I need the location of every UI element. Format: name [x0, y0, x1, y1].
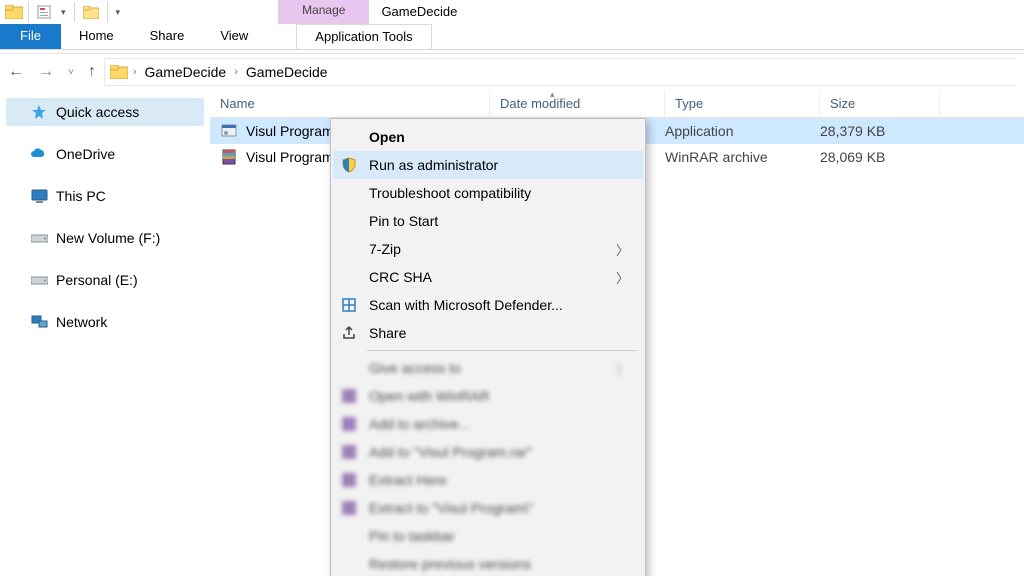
- sidebar-item-label: This PC: [56, 188, 106, 204]
- quick-access-toolbar: ▾: [29, 0, 74, 24]
- cloud-icon: [30, 145, 48, 163]
- menu-item-blurred[interactable]: Restore previous versions: [333, 550, 643, 576]
- drive-icon: [30, 271, 48, 289]
- sort-indicator-icon: ▴: [550, 89, 555, 100]
- navigation-bar: ← → ˅ ↑ › GameDecide › GameDecide: [0, 54, 1024, 90]
- menu-item-7zip[interactable]: 7-Zip〉: [333, 235, 643, 263]
- chevron-right-icon[interactable]: ›: [232, 66, 240, 78]
- rar-icon: [339, 473, 359, 487]
- sidebar-item-onedrive[interactable]: OneDrive: [6, 140, 204, 168]
- qat-dropdown-icon[interactable]: ▾: [57, 7, 70, 18]
- column-header-type[interactable]: Type: [665, 90, 820, 117]
- column-header-name[interactable]: Name: [210, 90, 490, 117]
- ribbon-context-tab-manage[interactable]: Manage: [278, 0, 369, 24]
- sidebar-item-label: OneDrive: [56, 146, 115, 162]
- sidebar-item-this-pc[interactable]: This PC: [6, 182, 204, 210]
- monitor-icon: [30, 187, 48, 205]
- qat-new-folder-icon[interactable]: [79, 6, 103, 19]
- menu-item-share[interactable]: Share: [333, 319, 643, 347]
- menu-item-blurred[interactable]: Give access to〉: [333, 354, 643, 382]
- sidebar-item-label: New Volume (F:): [56, 230, 160, 246]
- ribbon-tab-view[interactable]: View: [202, 24, 266, 49]
- file-name: Visul Program: [246, 149, 334, 165]
- chevron-right-icon: 〉: [616, 240, 629, 259]
- ribbon-tab-application-tools[interactable]: Application Tools: [296, 24, 431, 49]
- network-icon: [30, 313, 48, 331]
- qat-properties-icon[interactable]: [33, 5, 55, 19]
- menu-item-troubleshoot[interactable]: Troubleshoot compatibility: [333, 179, 643, 207]
- menu-item-open[interactable]: Open: [333, 123, 643, 151]
- menu-item-blurred[interactable]: Extract Here: [333, 466, 643, 494]
- menu-item-run-as-admin[interactable]: Run as administrator: [333, 151, 643, 179]
- star-icon: [30, 103, 48, 121]
- ribbon-tab-share[interactable]: Share: [132, 24, 203, 49]
- chevron-right-icon: 〉: [616, 268, 629, 287]
- ribbon-tabs: File Home Share View Application Tools: [0, 24, 1024, 50]
- sidebar-item-personal[interactable]: Personal (E:): [6, 266, 204, 294]
- menu-item-blurred[interactable]: Add to archive...: [333, 410, 643, 438]
- menu-item-blurred[interactable]: Open with WinRAR: [333, 382, 643, 410]
- rar-icon: [339, 389, 359, 403]
- qat-overflow-icon[interactable]: ▾: [112, 7, 125, 18]
- shield-icon: [339, 157, 359, 173]
- nav-up-button[interactable]: ↑: [88, 63, 96, 81]
- sidebar-item-label: Network: [56, 314, 107, 330]
- rar-icon: [220, 148, 238, 166]
- menu-blurred-section: Give access to〉 Open with WinRAR Add to …: [333, 354, 643, 576]
- window-folder-icon: [0, 0, 28, 24]
- address-folder-icon: [107, 65, 131, 79]
- menu-item-crc-sha[interactable]: CRC SHA〉: [333, 263, 643, 291]
- file-list: ▴ Name Date modified Type Size Visul Pro…: [210, 90, 1024, 576]
- titlebar: ▾ ▾ Manage GameDecide: [0, 0, 1024, 24]
- rar-icon: [339, 445, 359, 459]
- file-type: WinRAR archive: [665, 149, 820, 165]
- exe-icon: [220, 122, 238, 140]
- ribbon-tab-file[interactable]: File: [0, 24, 61, 49]
- share-icon: [339, 325, 359, 341]
- menu-item-pin-to-start[interactable]: Pin to Start: [333, 207, 643, 235]
- nav-forward-button[interactable]: →: [38, 63, 54, 81]
- rar-icon: [339, 501, 359, 515]
- defender-icon: [339, 297, 359, 313]
- ribbon-tab-home[interactable]: Home: [61, 24, 132, 49]
- chevron-right-icon[interactable]: ›: [131, 66, 139, 78]
- nav-back-button[interactable]: ←: [8, 63, 24, 81]
- file-name: Visul Program: [246, 123, 334, 139]
- file-size: 28,069 KB: [820, 149, 940, 165]
- navigation-tree: Quick access OneDrive This PC New Volume…: [0, 90, 210, 576]
- window-title: GameDecide: [369, 0, 469, 24]
- menu-item-blurred[interactable]: Add to "Visul Program.rar": [333, 438, 643, 466]
- menu-item-defender[interactable]: Scan with Microsoft Defender...: [333, 291, 643, 319]
- drive-icon: [30, 229, 48, 247]
- breadcrumb-current[interactable]: GameDecide: [240, 62, 334, 82]
- column-header-date[interactable]: Date modified: [490, 90, 665, 117]
- column-header-size[interactable]: Size: [820, 90, 940, 117]
- sidebar-item-network[interactable]: Network: [6, 308, 204, 336]
- sidebar-item-quick-access[interactable]: Quick access: [6, 98, 204, 126]
- breadcrumb-root[interactable]: GameDecide: [139, 62, 233, 82]
- file-type: Application: [665, 123, 820, 139]
- menu-item-blurred[interactable]: Extract to "Visul Program\": [333, 494, 643, 522]
- sidebar-item-label: Personal (E:): [56, 272, 138, 288]
- sidebar-item-label: Quick access: [56, 104, 139, 120]
- rar-icon: [339, 417, 359, 431]
- menu-item-blurred[interactable]: Pin to taskbar: [333, 522, 643, 550]
- address-bar[interactable]: › GameDecide › GameDecide: [104, 58, 1016, 86]
- column-headers: Name Date modified Type Size: [210, 90, 1024, 118]
- sidebar-item-new-volume[interactable]: New Volume (F:): [6, 224, 204, 252]
- file-size: 28,379 KB: [820, 123, 940, 139]
- nav-recent-dropdown[interactable]: ˅: [68, 67, 74, 78]
- context-menu: Open Run as administrator Troubleshoot c…: [330, 118, 646, 576]
